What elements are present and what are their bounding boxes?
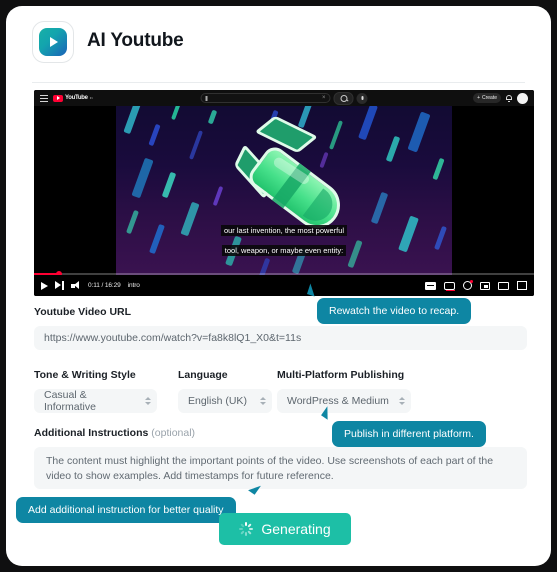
next-icon[interactable] bbox=[55, 281, 64, 290]
loading-spinner-icon bbox=[239, 522, 254, 536]
letterbox-left bbox=[34, 106, 116, 275]
search-input[interactable]: × bbox=[200, 93, 331, 103]
header-divider bbox=[32, 82, 525, 83]
youtube-url-input[interactable]: https://www.youtube.com/watch?v=fa8k8lQ1… bbox=[34, 326, 527, 350]
generate-button-label: Generating bbox=[261, 521, 331, 537]
card-header: AI Youtube bbox=[6, 6, 551, 83]
tone-select-value: Casual & Informative bbox=[44, 389, 96, 413]
tooltip-additional-instructions: Add additional instruction for better qu… bbox=[16, 497, 236, 523]
tooltip-publish: Publish in different platform. bbox=[332, 421, 486, 447]
instructions-label-text: Additional Instructions bbox=[34, 427, 149, 439]
theater-mode-icon[interactable] bbox=[498, 281, 509, 290]
language-select-value: English (UK) bbox=[188, 395, 247, 407]
ai-youtube-card: AI Youtube YouTube IN × + Create our las… bbox=[6, 6, 551, 566]
topbar-left-group: YouTube IN bbox=[40, 94, 93, 102]
chevron-updown-icon bbox=[260, 397, 266, 405]
publishing-select[interactable]: WordPress & Medium bbox=[277, 389, 411, 413]
language-select[interactable]: English (UK) bbox=[178, 389, 272, 413]
youtube-logo-play-icon bbox=[53, 94, 63, 102]
microphone-icon bbox=[361, 96, 363, 100]
player-controls-left: 0:11 / 16:29 intro bbox=[41, 281, 140, 290]
page-title: AI Youtube bbox=[87, 30, 184, 51]
chevron-updown-icon bbox=[399, 397, 405, 405]
video-chapter[interactable]: intro bbox=[128, 282, 140, 289]
close-icon[interactable]: × bbox=[322, 95, 326, 101]
video-player[interactable]: YouTube IN × + Create our last invention… bbox=[34, 90, 534, 296]
create-button[interactable]: + Create bbox=[473, 93, 501, 103]
player-controls-right bbox=[425, 280, 527, 291]
avatar[interactable] bbox=[517, 92, 528, 104]
miniplayer-icon[interactable] bbox=[480, 281, 490, 290]
additional-instructions-textarea[interactable]: The content must highlight the important… bbox=[34, 447, 527, 489]
url-label: Youtube Video URL bbox=[34, 306, 132, 318]
hamburger-icon[interactable] bbox=[40, 94, 48, 102]
youtube-logo-superscript: IN bbox=[89, 96, 93, 100]
bell-icon[interactable] bbox=[506, 94, 512, 102]
publishing-select-value: WordPress & Medium bbox=[287, 395, 389, 407]
video-stage: our last invention, the most powerful to… bbox=[34, 106, 534, 275]
player-controls: 0:11 / 16:29 intro bbox=[34, 275, 534, 296]
youtube-search-group: × bbox=[200, 91, 368, 105]
plus-icon: + bbox=[477, 95, 480, 101]
chevron-updown-icon bbox=[145, 397, 151, 405]
volume-icon[interactable] bbox=[71, 281, 81, 290]
youtube-logo[interactable]: YouTube IN bbox=[53, 94, 93, 102]
language-label: Language bbox=[178, 369, 228, 381]
text-cursor bbox=[205, 95, 208, 101]
instructions-optional-text: (optional) bbox=[151, 427, 196, 439]
caption-line-1: our last invention, the most powerful bbox=[220, 225, 348, 237]
microphone-button[interactable] bbox=[356, 92, 368, 104]
letterbox-right bbox=[452, 106, 534, 275]
closed-captions-icon[interactable] bbox=[425, 281, 436, 290]
search-button[interactable] bbox=[333, 91, 354, 105]
create-button-label: Create bbox=[481, 95, 497, 101]
youtube-topbar: YouTube IN × + Create bbox=[34, 90, 534, 106]
tooltip-rewatch: Rewatch the video to recap. bbox=[317, 298, 472, 324]
generate-button[interactable]: Generating bbox=[219, 513, 351, 545]
youtube-logo-text: YouTube bbox=[65, 95, 88, 101]
caption-line-2: tool, weapon, or maybe even entity: bbox=[221, 245, 347, 257]
app-icon-container bbox=[32, 21, 74, 63]
instructions-label: Additional Instructions (optional) bbox=[34, 427, 195, 439]
gear-icon[interactable] bbox=[463, 280, 473, 290]
search-icon bbox=[340, 94, 347, 102]
video-captions: our last invention, the most powerful to… bbox=[220, 219, 348, 259]
tone-select[interactable]: Casual & Informative bbox=[34, 389, 157, 413]
play-icon[interactable] bbox=[41, 281, 48, 290]
play-triangle-icon bbox=[50, 37, 58, 47]
fullscreen-icon[interactable] bbox=[517, 281, 527, 290]
video-timecode: 0:11 / 16:29 bbox=[88, 282, 121, 289]
topbar-right-group: + Create bbox=[473, 92, 528, 104]
tone-label: Tone & Writing Style bbox=[34, 369, 136, 381]
bomb-fin-top-icon bbox=[254, 115, 319, 154]
publishing-label: Multi-Platform Publishing bbox=[277, 369, 405, 381]
youtube-play-icon bbox=[39, 28, 67, 56]
gear-badge-dot bbox=[470, 280, 473, 283]
autoplay-icon[interactable] bbox=[444, 281, 455, 291]
